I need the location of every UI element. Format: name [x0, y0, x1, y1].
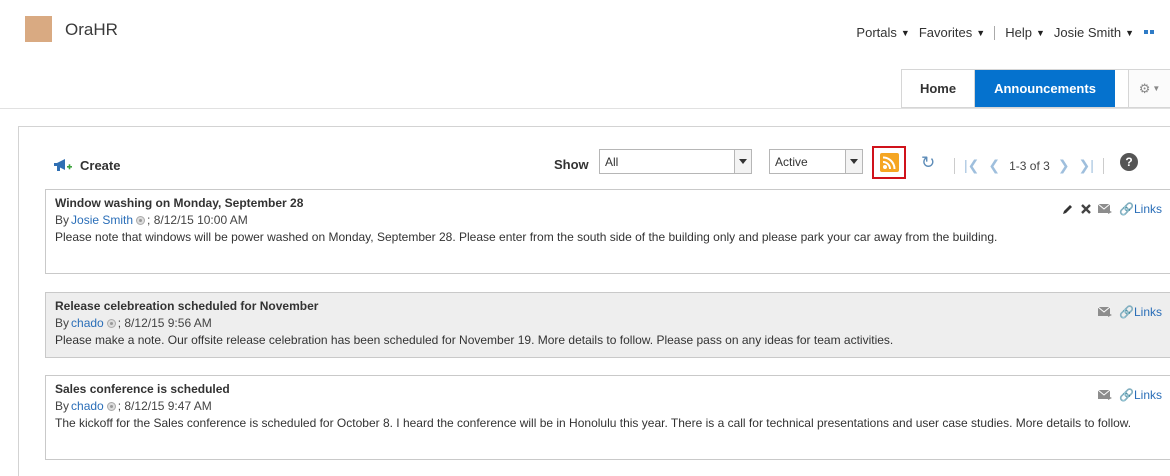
- portals-menu-label: Portals: [856, 25, 897, 40]
- tabs-spacer: [1115, 69, 1128, 108]
- announcement-date: ; 8/12/15 10:00 AM: [147, 213, 248, 227]
- people-icon[interactable]: [1144, 28, 1156, 38]
- rss-icon: [879, 153, 899, 172]
- favorites-menu[interactable]: Favorites ▼: [919, 25, 994, 40]
- caret-down-icon: ▼: [1035, 27, 1045, 38]
- app-logo: [25, 16, 52, 42]
- app-title: OraHR: [65, 20, 118, 39]
- user-menu-label: Josie Smith: [1053, 25, 1122, 40]
- announcements-panel: Create Show All Active ↻ |❮ ❮ 1-3 of 3 ❯…: [18, 126, 1170, 476]
- announcement-body: The kickoff for the Sales conference is …: [55, 416, 1132, 430]
- refresh-icon[interactable]: ↻: [921, 153, 935, 173]
- delete-x-icon[interactable]: [1080, 203, 1092, 215]
- announcement-actions: 🔗 Links: [1092, 305, 1162, 319]
- favorites-menu-label: Favorites: [918, 25, 973, 40]
- global-menu: Portals ▼ Favorites ▼ Help ▼ Josie Smith ▼: [856, 25, 1156, 40]
- link-chain-icon: 🔗: [1119, 388, 1134, 402]
- announcement-byline: By Josie Smith ; 8/12/15 10:00 AM: [55, 213, 1161, 227]
- links-label: Links: [1133, 305, 1162, 319]
- caret-down-icon: ▼: [1152, 84, 1161, 93]
- help-menu[interactable]: Help ▼: [1005, 25, 1054, 40]
- header: OraHR Portals ▼ Favorites ▼ Help ▼ Josie Sm…: [0, 0, 1170, 118]
- announcement-title: Sales conference is scheduled: [55, 382, 230, 396]
- announcements-toolbar: Create Show All Active ↻ |❮ ❮ 1-3 of 3 ❯…: [19, 127, 1170, 187]
- filter-select-value: All: [605, 154, 619, 169]
- tab-announcements[interactable]: Announcements: [975, 70, 1115, 107]
- page-range-text: 1-3 of 3: [1009, 158, 1050, 173]
- links-button[interactable]: 🔗 Links: [1119, 388, 1162, 402]
- announcement-body: Please note that windows will be power w…: [55, 230, 998, 244]
- status-select-value: Active: [775, 154, 808, 169]
- pagination: |❮ ❮ 1-3 of 3 ❯ ❯|: [954, 157, 1113, 174]
- rss-feed-button[interactable]: [872, 146, 906, 179]
- next-page-icon[interactable]: ❯: [1058, 157, 1070, 174]
- dropdown-arrow-icon[interactable]: [734, 150, 751, 173]
- announcement-title: Release celebreation scheduled for Novem…: [55, 299, 319, 313]
- mail-icon[interactable]: [1098, 306, 1113, 318]
- link-chain-icon: 🔗: [1119, 305, 1134, 319]
- mail-icon[interactable]: [1098, 203, 1113, 215]
- create-button[interactable]: Create: [53, 157, 120, 173]
- portals-menu[interactable]: Portals ▼: [856, 25, 918, 40]
- presence-icon[interactable]: [136, 215, 146, 225]
- author-link[interactable]: chado: [71, 316, 104, 330]
- dropdown-arrow-icon[interactable]: [845, 150, 862, 173]
- caret-down-icon: ▼: [900, 27, 910, 38]
- status-select[interactable]: Active: [769, 149, 863, 174]
- edit-pencil-icon[interactable]: [1062, 203, 1074, 215]
- first-page-icon[interactable]: |❮: [964, 157, 979, 174]
- author-link[interactable]: chado: [71, 399, 104, 413]
- announcement-date: ; 8/12/15 9:56 AM: [117, 316, 212, 330]
- announcement-item: Window washing on Monday, September 28 B…: [45, 189, 1170, 274]
- by-prefix: By: [55, 316, 70, 330]
- create-label: Create: [80, 157, 121, 173]
- mail-icon[interactable]: [1098, 389, 1113, 401]
- pager-divider: [1102, 157, 1104, 174]
- author-link[interactable]: Josie Smith: [71, 213, 133, 227]
- menu-divider: [994, 25, 996, 40]
- by-prefix: By: [55, 399, 70, 413]
- tab-home[interactable]: Home: [902, 70, 975, 107]
- links-label: Links: [1133, 388, 1162, 402]
- show-label: Show: [554, 157, 589, 172]
- by-prefix: By: [55, 213, 70, 227]
- announcement-byline: By chado ; 8/12/15 9:56 AM: [55, 316, 1161, 330]
- gear-icon: ⚙: [1138, 80, 1151, 96]
- links-button[interactable]: 🔗 Links: [1119, 202, 1162, 216]
- links-button[interactable]: 🔗 Links: [1119, 305, 1162, 319]
- caret-down-icon: ▼: [976, 27, 986, 38]
- announcement-item: Release celebreation scheduled for Novem…: [45, 292, 1170, 358]
- announcement-title: Window washing on Monday, September 28: [55, 196, 304, 210]
- announcement-item: Sales conference is scheduled By chado ;…: [45, 375, 1170, 460]
- presence-icon[interactable]: [106, 318, 116, 328]
- previous-page-icon[interactable]: ❮: [988, 157, 1000, 174]
- page-tabs: Home Announcements: [901, 69, 1115, 108]
- user-menu[interactable]: Josie Smith ▼: [1054, 25, 1143, 40]
- announcement-actions: 🔗 Links: [1056, 202, 1162, 216]
- announcement-date: ; 8/12/15 9:47 AM: [117, 399, 212, 413]
- announcement-byline: By chado ; 8/12/15 9:47 AM: [55, 399, 1161, 413]
- megaphone-icon: [54, 159, 72, 171]
- link-chain-icon: 🔗: [1119, 202, 1134, 216]
- page-settings-button[interactable]: ⚙ ▼: [1128, 69, 1170, 108]
- help-menu-label: Help: [1005, 25, 1032, 40]
- last-page-icon[interactable]: ❯|: [1079, 157, 1094, 174]
- announcement-body: Please make a note. Our offsite release …: [55, 333, 894, 347]
- help-icon[interactable]: ?: [1120, 153, 1138, 171]
- filter-select[interactable]: All: [599, 149, 752, 174]
- announcement-actions: 🔗 Links: [1092, 388, 1162, 402]
- caret-down-icon: ▼: [1125, 27, 1134, 38]
- header-divider: [0, 108, 1170, 109]
- links-label: Links: [1133, 202, 1162, 216]
- presence-icon[interactable]: [106, 401, 116, 411]
- pager-divider: [954, 157, 955, 174]
